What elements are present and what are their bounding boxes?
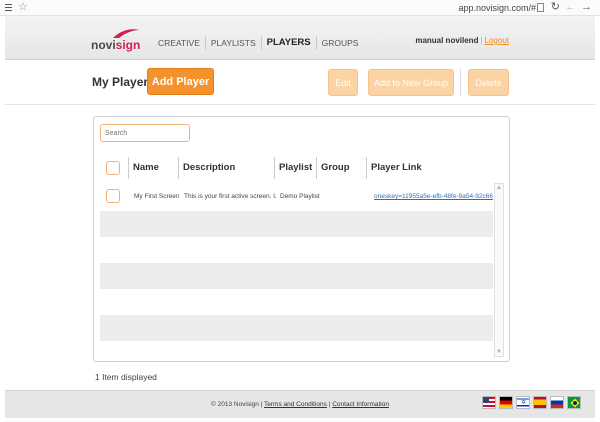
edit-button[interactable]: Edit — [328, 69, 358, 96]
nav-players[interactable]: PLAYERS — [260, 36, 316, 50]
row-checkbox[interactable] — [106, 189, 120, 203]
column-player-link[interactable]: Player Link — [366, 157, 496, 179]
il-flag-icon[interactable]: ✡ — [516, 396, 530, 409]
empty-row — [100, 263, 493, 289]
browser-menu-icon[interactable] — [5, 4, 12, 11]
address-bar[interactable]: app.novisign.com/# — [458, 2, 536, 14]
empty-row — [100, 237, 493, 263]
nav-groups[interactable]: GROUPS — [315, 36, 364, 50]
bookmark-star-icon[interactable]: ☆ — [18, 0, 28, 15]
username: manual novilend — [415, 36, 479, 45]
column-description[interactable]: Description — [178, 157, 274, 179]
reload-icon[interactable]: ↻ — [551, 0, 560, 15]
empty-row — [100, 315, 493, 341]
column-name[interactable]: Name — [128, 157, 178, 179]
empty-row — [100, 341, 493, 359]
language-flags: ✡ — [482, 396, 584, 412]
back-icon[interactable]: ← — [565, 0, 576, 15]
scroll-up-icon[interactable]: ▲ — [496, 185, 502, 191]
footer-separator: | — [328, 401, 331, 408]
logo-text-novi: novi — [91, 38, 116, 52]
column-playlist[interactable]: Playlist — [274, 157, 316, 179]
toolbar-divider — [460, 69, 461, 96]
logo-text-sign: sign — [115, 38, 141, 52]
add-to-new-group-button[interactable]: Add to New Group — [368, 69, 454, 96]
delete-button[interactable]: Delete — [468, 69, 509, 96]
row-name: My First Screen — [134, 193, 180, 200]
footer: © 2013 Novisign | Terms and Conditions |… — [5, 390, 595, 418]
item-count: 1 Item displayed — [95, 372, 157, 382]
page-title: My Players — [92, 75, 155, 89]
players-panel: Name Description Playlist Group Player L… — [93, 116, 510, 362]
table-body: My First Screen This is your first activ… — [100, 185, 493, 359]
logout-link[interactable]: Logout — [485, 36, 509, 45]
scroll-down-icon[interactable]: ▼ — [496, 349, 502, 355]
row-description: This is your first active screen. Use it… — [184, 193, 276, 200]
table-row[interactable]: My First Screen This is your first activ… — [100, 185, 493, 211]
ru-flag-icon[interactable] — [550, 396, 564, 409]
app-header: novisign CREATIVE PLAYLISTS PLAYERS GROU… — [5, 16, 595, 60]
de-flag-icon[interactable] — [499, 396, 513, 409]
logo-text: novisign — [91, 38, 140, 52]
empty-row — [100, 289, 493, 315]
column-group[interactable]: Group — [316, 157, 366, 179]
add-player-button[interactable]: Add Player — [147, 68, 214, 95]
empty-row — [100, 211, 493, 237]
page-icon — [537, 3, 544, 12]
nav-playlists[interactable]: PLAYLISTS — [204, 36, 261, 50]
terms-link[interactable]: Terms and Conditions — [264, 401, 327, 408]
footer-separator: | — [260, 401, 263, 408]
br-flag-icon[interactable] — [567, 396, 581, 409]
browser-toolbar: ☆ app.novisign.com/# ↻ ← → — [0, 0, 600, 16]
novisign-logo[interactable]: novisign — [91, 26, 149, 54]
table-scrollbar[interactable]: ▲ ▼ — [494, 183, 504, 357]
row-player-link[interactable]: oneskey=11955a5e-efb-48fe-9a54-92c66fcce… — [374, 185, 493, 211]
table-header: Name Description Playlist Group Player L… — [100, 157, 504, 179]
row-playlist: Demo Playlist — [280, 193, 320, 200]
main-nav: CREATIVE PLAYLISTS PLAYERS GROUPS — [153, 36, 363, 50]
search-input[interactable] — [100, 124, 190, 142]
row-group — [322, 185, 366, 211]
es-flag-icon[interactable] — [533, 396, 547, 409]
us-flag-icon[interactable] — [482, 396, 496, 409]
select-all-checkbox[interactable] — [106, 161, 120, 175]
forward-icon[interactable]: → — [581, 0, 592, 15]
copyright: © 2013 Novisign — [211, 401, 259, 408]
nav-creative[interactable]: CREATIVE — [153, 36, 205, 50]
user-box: manual novilend | Logout — [415, 35, 509, 47]
toolbar-rule — [5, 104, 595, 105]
contact-link[interactable]: Contact Information — [332, 401, 389, 408]
